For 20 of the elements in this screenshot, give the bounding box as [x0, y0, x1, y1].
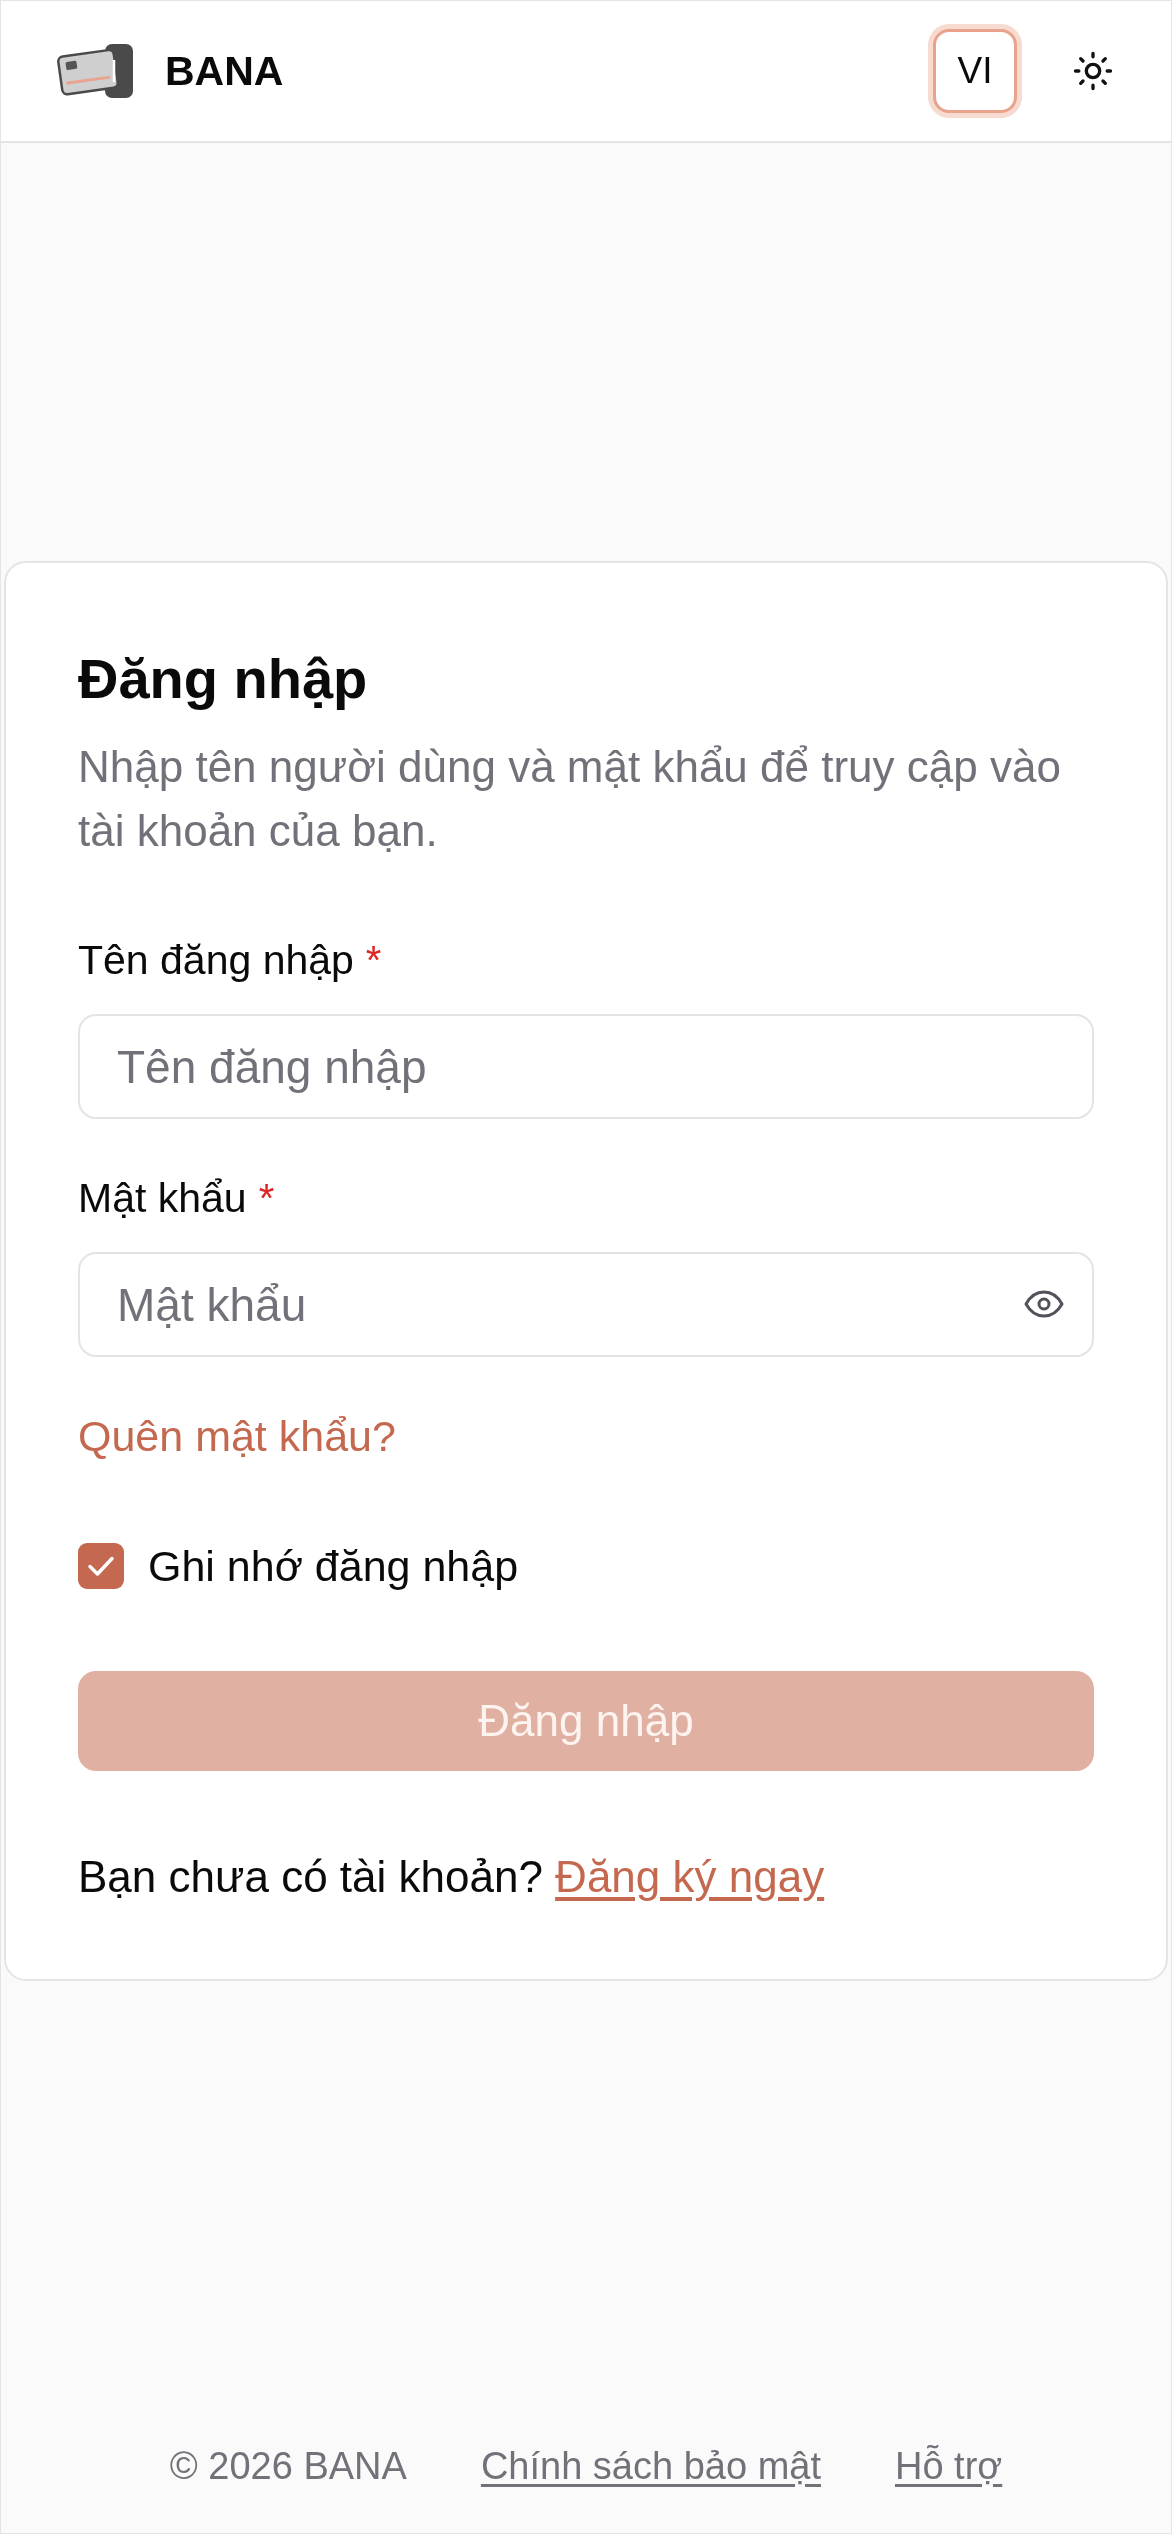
forgot-password-link[interactable]: Quên mật khẩu? — [78, 1412, 396, 1460]
copyright-text: © 2026 BANA — [169, 2444, 407, 2488]
card-icon — [55, 42, 135, 100]
signup-prompt: Bạn chưa có tài khoản? Đăng ký ngay — [78, 1853, 826, 1901]
checkbox-label[interactable]: Ghi nhớ đăng nhập — [148, 1542, 519, 1590]
required-mark: * — [258, 1175, 275, 1222]
footer-link[interactable]: Hỗ trợ — [895, 2444, 1003, 2488]
required-mark: * — [365, 937, 382, 984]
card-description: Nhập tên người dùng và mật khẩu để truy cập vào tài khoản của bạn. — [78, 741, 1062, 857]
card-title: Đăng nhập — [78, 646, 369, 712]
brand-name: BANA — [165, 47, 284, 95]
field-label: Mật khẩu — [78, 1174, 247, 1222]
password-field[interactable]: Mật khẩu — [78, 1252, 1094, 1357]
field-label: Tên đăng nhập — [78, 936, 354, 984]
text-field[interactable]: Tên đăng nhập — [78, 1014, 1094, 1119]
sun-icon[interactable] — [1073, 51, 1113, 91]
checkbox[interactable] — [78, 1543, 124, 1589]
footer-link[interactable]: Chính sách bảo mật — [480, 2444, 821, 2488]
signup-link[interactable]: Đăng ký ngay — [555, 1852, 825, 1901]
eye-icon[interactable] — [1024, 1290, 1064, 1318]
